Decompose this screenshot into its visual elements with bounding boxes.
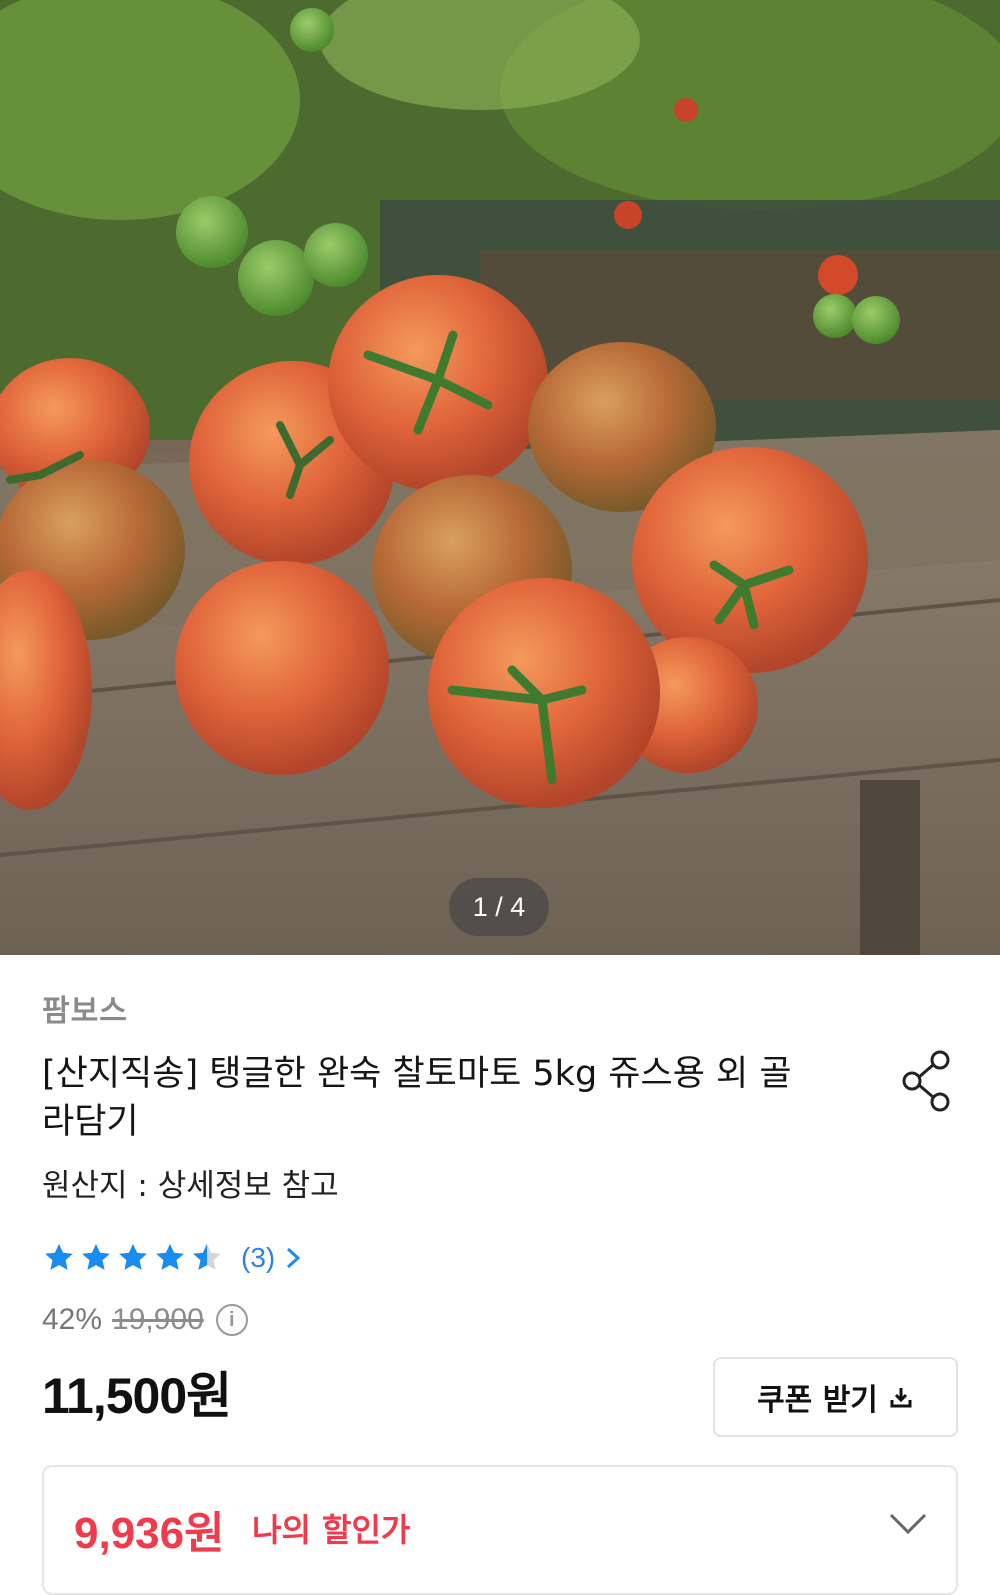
original-price: 19,900 — [112, 1303, 204, 1336]
chevron-right-icon — [287, 1247, 301, 1269]
seller-name[interactable]: 팜보스 — [42, 986, 128, 1030]
origin-info: 원산지 : 상세정보 참고 — [42, 1168, 339, 1204]
sale-price: 11,500원 — [42, 1356, 232, 1428]
star-icon — [156, 1243, 184, 1270]
coupon-download-button[interactable]: 쿠폰 받기 — [713, 1357, 958, 1437]
star-icon — [45, 1243, 73, 1270]
discount-percent: 42% — [42, 1303, 103, 1336]
share-icon — [902, 1050, 950, 1112]
product-image-gallery[interactable]: 1 / 4 — [0, 0, 1000, 955]
share-button[interactable] — [898, 1050, 958, 1112]
my-discount-price: 9,936원 — [74, 1509, 225, 1558]
coupon-button-label: 쿠폰 받기 — [757, 1383, 878, 1418]
discount-row: 42% 19,900 i — [42, 1300, 248, 1340]
star-icon — [119, 1243, 147, 1270]
my-discount-price-panel[interactable]: 9,936원 나의 할인가 — [42, 1465, 958, 1595]
rating-summary[interactable]: (3) — [42, 1238, 303, 1278]
sale-price-unit: 원 — [186, 1367, 232, 1425]
half-star-icon — [193, 1243, 221, 1270]
image-counter: 1 / 4 — [449, 878, 549, 936]
info-icon[interactable]: i — [215, 1304, 248, 1336]
product-title: [산지직송] 탱글한 완숙 찰토마토 5kg 쥬스용 외 골라담기 — [42, 1054, 792, 1142]
product-photo — [0, 0, 1000, 955]
sale-price-number: 11,500 — [42, 1368, 187, 1424]
download-icon — [890, 1388, 912, 1408]
star-icon — [82, 1243, 110, 1270]
chevron-down-icon — [889, 1513, 927, 1535]
review-count[interactable]: (3) — [241, 1242, 275, 1274]
my-discount-label: 나의 할인가 — [252, 1511, 411, 1549]
